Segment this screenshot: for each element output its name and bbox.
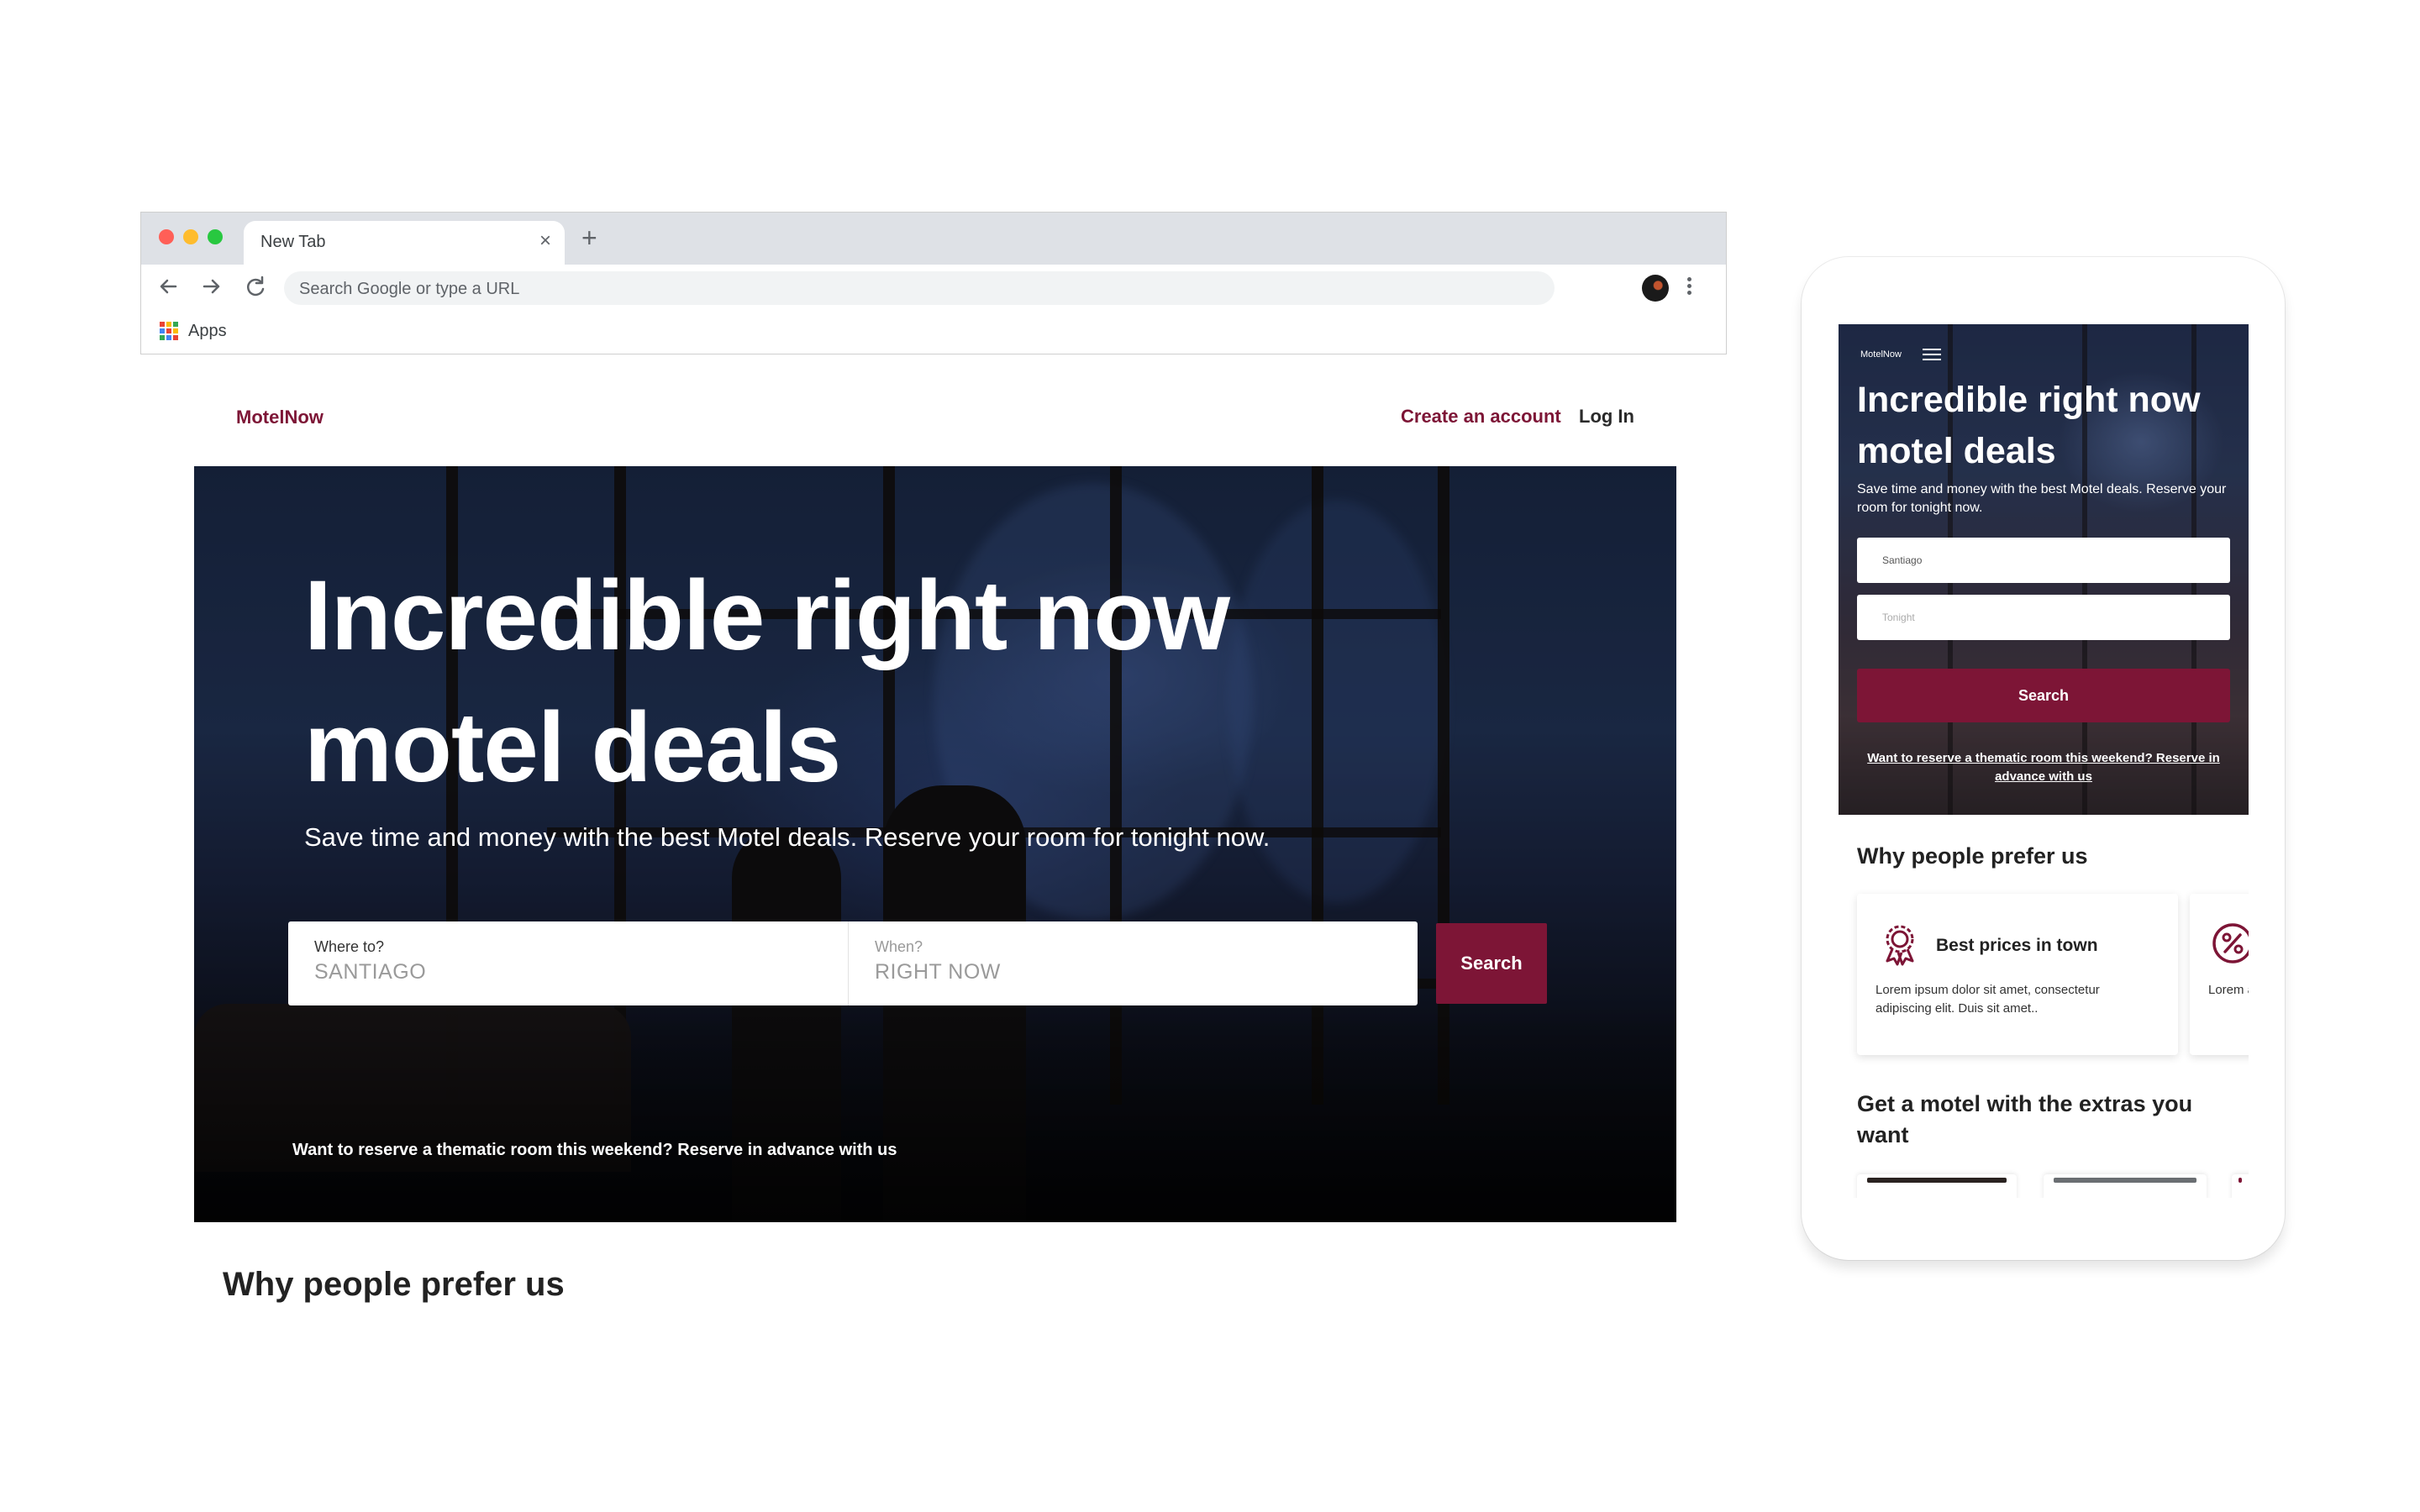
maximize-window-button[interactable] — [208, 229, 223, 244]
phone-screen: MotelNow Incredible right now motel deal… — [1839, 324, 2249, 1198]
browser-toolbar: Search Google or type a URL — [141, 265, 1726, 308]
mobile-reserve-advance-link[interactable]: Want to reserve a thematic room this wee… — [1857, 749, 2230, 786]
feature-card-title: Best prices in town — [1936, 936, 2098, 955]
mobile-when-placeholder: Tonight — [1882, 612, 1915, 623]
extra-card-thumb[interactable] — [2044, 1174, 2207, 1198]
hero-subtitle: Save time and money with the best Motel … — [304, 822, 1270, 852]
forward-arrow-icon[interactable] — [197, 271, 227, 302]
award-badge-icon — [1877, 921, 1923, 966]
where-field[interactable]: Where to? SANTIAGO — [288, 921, 849, 1005]
phone-mockup: MotelNow Incredible right now motel deal… — [1802, 257, 2285, 1260]
mobile-hero-title: Incredible right now motel deals — [1857, 380, 2201, 471]
login-link[interactable]: Log In — [1579, 406, 1634, 428]
tab-close-icon[interactable]: × — [539, 229, 551, 253]
back-arrow-icon[interactable] — [153, 271, 183, 302]
extra-card-thumb[interactable] — [1857, 1174, 2017, 1198]
when-label: When? — [875, 938, 923, 955]
when-value: RIGHT NOW — [875, 960, 1001, 984]
when-field[interactable]: When? RIGHT NOW — [849, 921, 1418, 1005]
minimize-window-button[interactable] — [183, 229, 198, 244]
omnibox[interactable]: Search Google or type a URL — [284, 271, 1555, 305]
mobile-where-input[interactable]: Santiago — [1857, 538, 2230, 583]
hero-title: Incredible right now motel deals — [304, 560, 1230, 803]
browser-window: New Tab × + Search Google or type a URL … — [140, 212, 1727, 354]
mobile-logo[interactable]: MotelNow — [1860, 349, 1902, 360]
extra-card-thumb[interactable] — [2232, 1174, 2249, 1198]
new-tab-button[interactable]: + — [581, 224, 597, 251]
mobile-search-button[interactable]: Search — [1857, 669, 2230, 722]
floor-shade — [194, 1004, 1676, 1222]
search-button[interactable]: Search — [1436, 923, 1547, 1004]
reserve-advance-link[interactable]: Want to reserve a thematic room this wee… — [292, 1141, 897, 1160]
tab-new-tab[interactable]: New Tab × — [244, 221, 565, 265]
bookmark-apps[interactable]: Apps — [188, 322, 227, 341]
feature-card[interactable]: Best prices in town Lorem ipsum dolor si… — [1857, 894, 2178, 1055]
where-label: Where to? — [314, 938, 385, 955]
feature-card[interactable]: Lorem adipisc — [2190, 894, 2249, 1055]
tab-title: New Tab — [260, 233, 326, 251]
close-window-button[interactable] — [159, 229, 174, 244]
mobile-when-input[interactable]: Tonight — [1857, 595, 2230, 640]
hamburger-menu-icon[interactable] — [1923, 349, 1941, 360]
profile-avatar[interactable] — [1642, 275, 1669, 302]
bookmarks-bar: Apps — [141, 308, 1726, 355]
tab-strip: New Tab × + — [141, 213, 1726, 265]
search-form: Where to? SANTIAGO When? RIGHT NOW — [288, 921, 1418, 1005]
mobile-hero-subtitle: Save time and money with the best Motel … — [1857, 482, 2227, 515]
mobile-where-value: Santiago — [1882, 554, 1923, 566]
reload-icon[interactable] — [240, 271, 271, 302]
why-heading: Why people prefer us — [223, 1266, 565, 1303]
create-account-link[interactable]: Create an account — [1401, 406, 1561, 428]
hero-section: Incredible right now motel deals Save ti… — [194, 466, 1676, 1222]
omnibox-placeholder: Search Google or type a URL — [299, 280, 520, 298]
feature-card-text: Lorem adipisc — [2208, 983, 2249, 997]
apps-grid-icon[interactable] — [160, 322, 178, 340]
kebab-menu-icon[interactable] — [1684, 275, 1694, 302]
mobile-why-heading: Why people prefer us — [1857, 843, 2088, 869]
where-value: SANTIAGO — [314, 960, 427, 984]
site-logo[interactable]: MotelNow — [236, 407, 324, 428]
feature-card-text: Lorem ipsum dolor sit amet, consectetur … — [1876, 983, 2100, 1016]
mobile-extras-heading: Get a motel with the extras you want — [1857, 1091, 2193, 1147]
mobile-hero: MotelNow Incredible right now motel deal… — [1839, 324, 2249, 815]
percent-icon — [2210, 921, 2249, 966]
